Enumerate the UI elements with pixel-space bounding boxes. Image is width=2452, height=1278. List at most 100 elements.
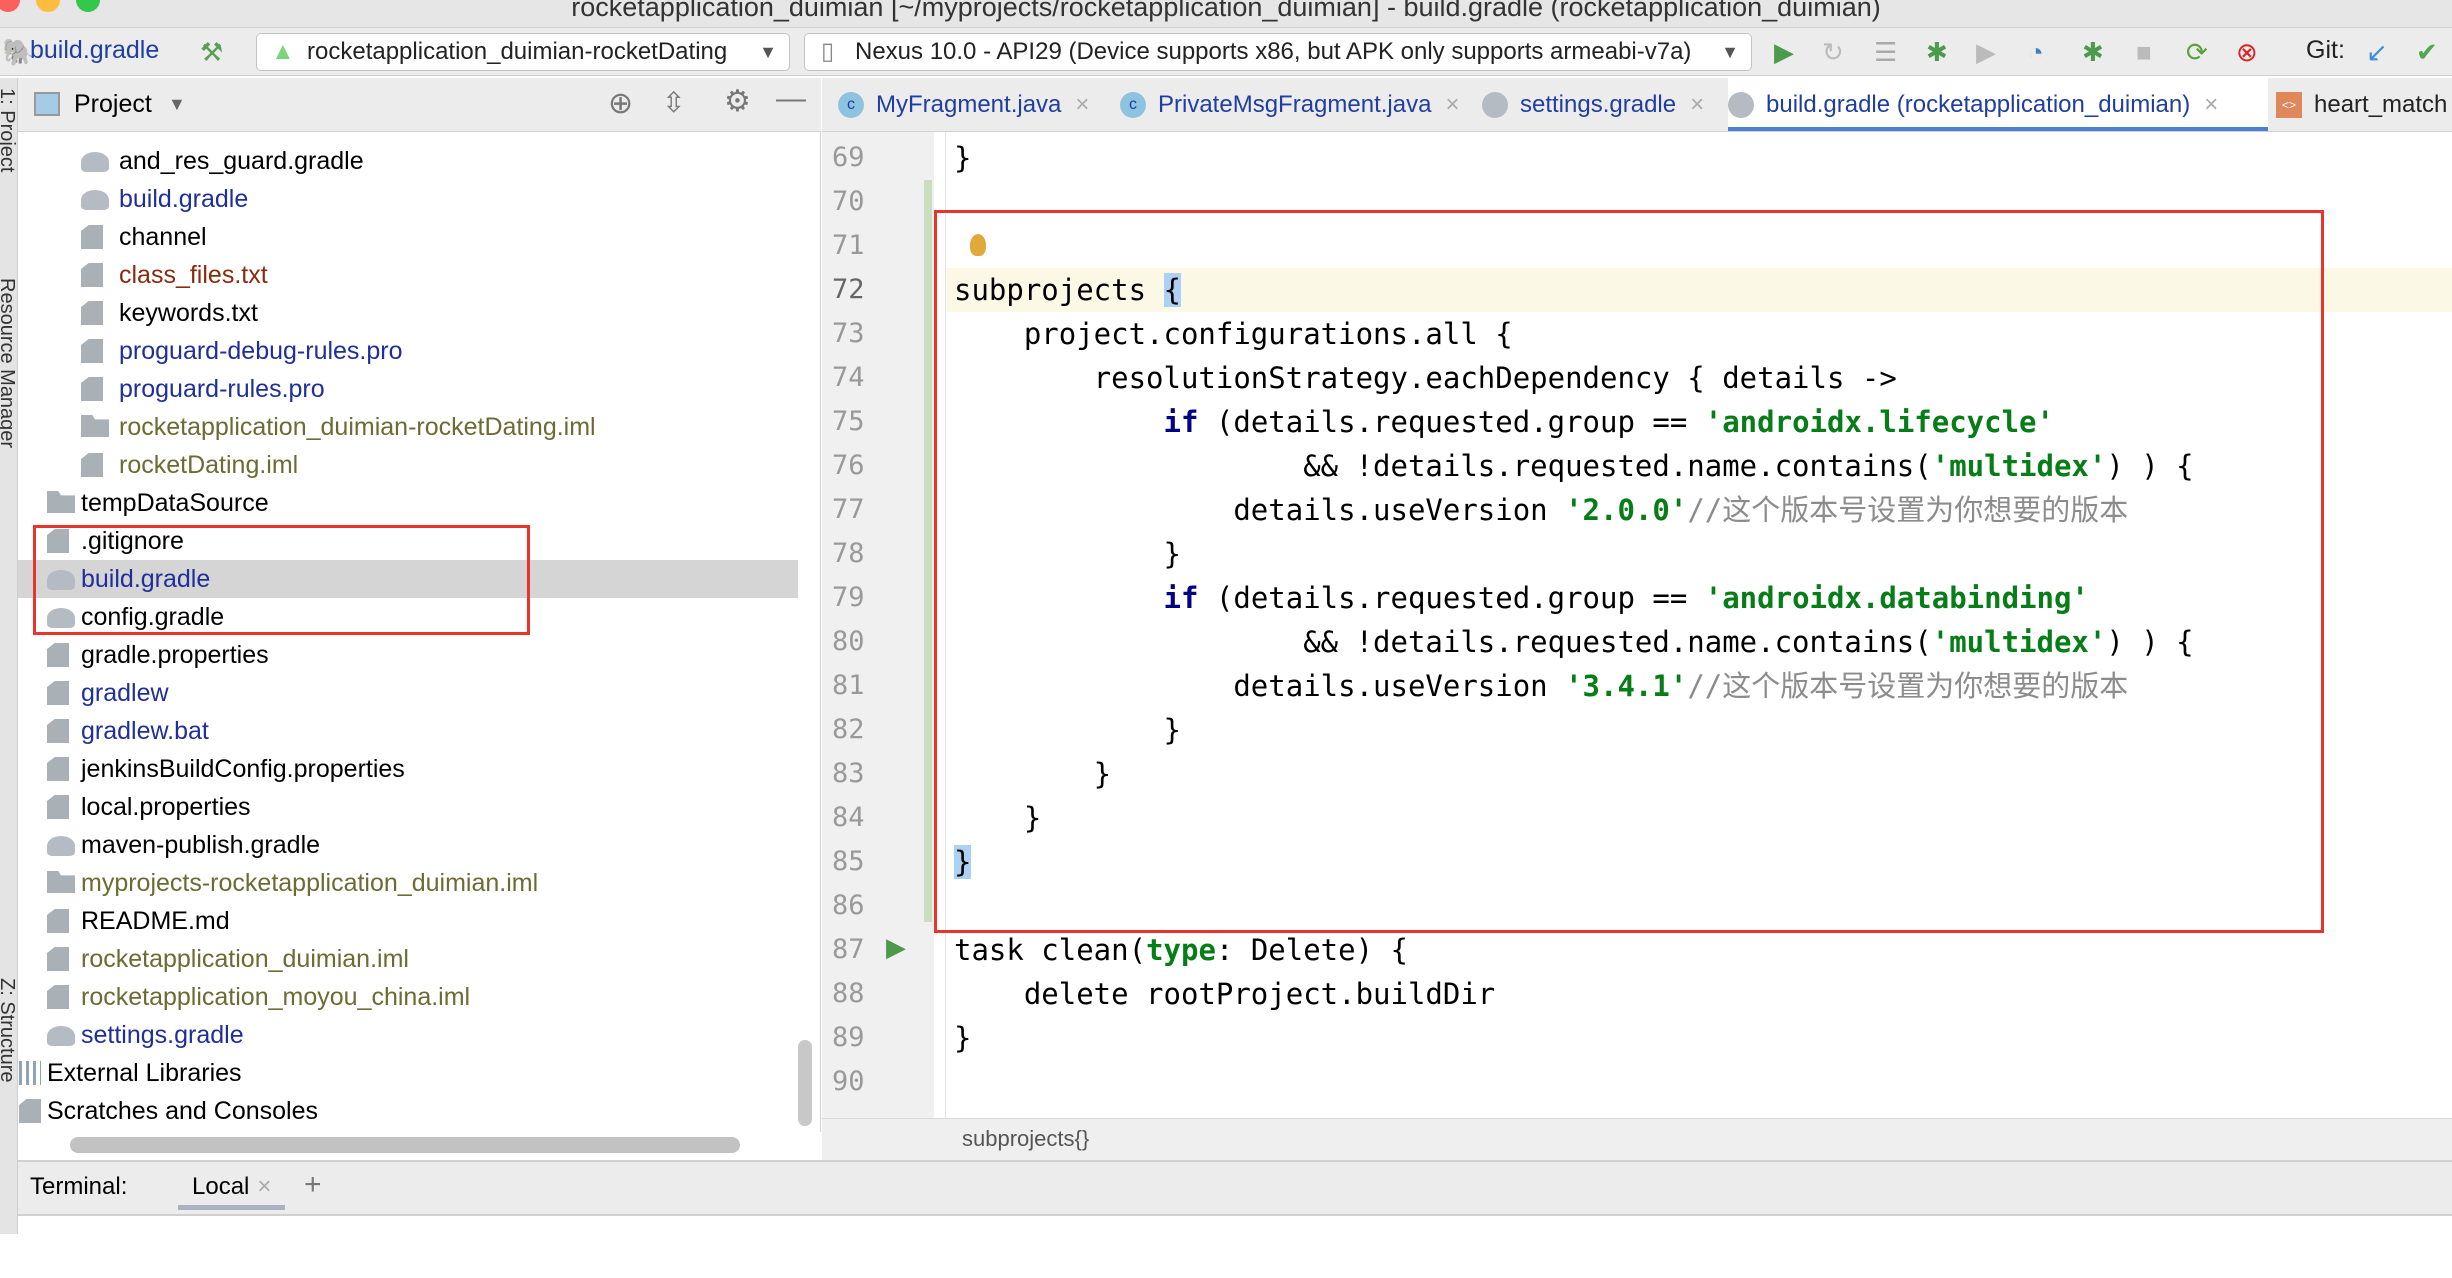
tool-window-structure[interactable]: Z: Structure (0, 978, 18, 1278)
line-number: 73 (832, 318, 865, 349)
attach-debugger-icon[interactable]: ✱ (2082, 38, 2104, 66)
gradle-icon (1728, 92, 1754, 118)
gradle-icon (81, 152, 109, 172)
terminal-tool-bar: Terminal: Local × + (18, 1160, 2452, 1214)
device-select[interactable]: ▯ Nexus 10.0 - API29 (Device supports x8… (804, 33, 1752, 71)
line-number: 88 (832, 978, 865, 1009)
file-icon (47, 947, 69, 971)
tree-item-label: jenkinsBuildConfig.properties (81, 755, 405, 783)
stop-icon[interactable]: ■ (2136, 38, 2152, 66)
code-line[interactable]: } (954, 1016, 971, 1060)
editor-tab[interactable]: c MyFragment.java × (838, 78, 1089, 131)
tool-window-resource-manager[interactable]: Resource Manager (0, 278, 18, 578)
editor-tab-label: heart_match (2314, 91, 2448, 118)
chevron-down-icon: ▼ (1721, 42, 1739, 62)
tree-item[interactable]: gradle.properties (18, 636, 798, 674)
file-icon (47, 681, 69, 705)
line-number: 76 (832, 450, 865, 481)
tree-horizontal-scrollbar[interactable] (70, 1137, 740, 1153)
terminal-output[interactable] (18, 1214, 2452, 1234)
tree-item[interactable]: local.properties (18, 788, 798, 826)
editor-tab-label: PrivateMsgFragment.java (1158, 91, 1432, 118)
tree-item[interactable]: and_res_guard.gradle (18, 142, 798, 180)
tree-item[interactable]: keywords.txt (18, 294, 798, 332)
hide-panel-icon[interactable]: — (776, 82, 806, 116)
code-line[interactable]: delete rootProject.buildDir (954, 972, 1495, 1016)
tree-item[interactable]: proguard-debug-rules.pro (18, 332, 798, 370)
code-line[interactable]: } (954, 136, 971, 180)
terminal-tab-local[interactable]: Local × (178, 1162, 286, 1210)
line-number: 82 (832, 714, 865, 745)
project-view-icon (34, 92, 60, 116)
tree-item[interactable]: maven-publish.gradle (18, 826, 798, 864)
tree-item[interactable]: channel (18, 218, 798, 256)
add-terminal-button[interactable]: + (304, 1160, 322, 1210)
tree-item-label: rocketDating.iml (119, 451, 299, 479)
editor-tab[interactable]: settings.gradle × (1482, 78, 1704, 131)
chevron-down-icon[interactable]: ▼ (168, 94, 186, 115)
tree-item[interactable]: tempDataSource (18, 484, 798, 522)
tree-item-label: External Libraries (47, 1059, 242, 1087)
tree-item[interactable]: settings.gradle (18, 1016, 798, 1054)
editor-breadcrumb[interactable]: subprojects{} (822, 1118, 2452, 1160)
tree-item[interactable]: rocketapplication_moyou_china.iml (18, 978, 798, 1016)
apply-code-changes-icon[interactable]: ☰ (1874, 38, 1897, 66)
git-commit-icon[interactable]: ✔ (2416, 38, 2438, 66)
apply-changes-icon[interactable]: ↻ (1822, 38, 1844, 66)
collapse-all-icon[interactable]: ⇳ (662, 86, 685, 119)
tree-item[interactable]: Scratches and Consoles (18, 1092, 798, 1130)
close-icon[interactable]: × (257, 1173, 271, 1200)
tree-vertical-scrollbar[interactable] (798, 1040, 812, 1126)
project-view-select[interactable]: Project (74, 90, 152, 119)
tree-item[interactable]: README.md (18, 902, 798, 940)
code-line[interactable]: task clean(type: Delete) { (954, 928, 1408, 972)
editor-tab[interactable]: build.gradle (rocketapplication_duimian)… (1728, 78, 2268, 131)
run-gutter-icon[interactable]: ▶ (886, 932, 906, 963)
editor-tab[interactable]: c PrivateMsgFragment.java × (1120, 78, 1459, 131)
tree-item[interactable]: rocketapplication_duimian-rocketDating.i… (18, 408, 798, 446)
editor-tab[interactable]: <> heart_match (2276, 78, 2448, 131)
tree-item[interactable]: External Libraries (18, 1054, 798, 1092)
sync-error-icon[interactable]: ⊗ (2236, 38, 2258, 66)
close-icon[interactable]: × (2204, 91, 2218, 118)
line-number: 71 (832, 230, 865, 261)
run-configuration-select[interactable]: ▲ rocketapplication_duimian-rocketDating… (256, 33, 790, 71)
file-icon (81, 377, 103, 401)
file-icon (47, 909, 69, 933)
line-number: 74 (832, 362, 865, 393)
sync-icon[interactable]: ⟳ (2186, 38, 2208, 66)
line-number: 77 (832, 494, 865, 525)
tree-item[interactable]: rocketapplication_duimian.iml (18, 940, 798, 978)
tree-item[interactable]: jenkinsBuildConfig.properties (18, 750, 798, 788)
tree-item[interactable]: myprojects-rocketapplication_duimian.iml (18, 864, 798, 902)
hammer-icon[interactable]: ⚒ (200, 38, 223, 66)
tree-item[interactable]: proguard-rules.pro (18, 370, 798, 408)
close-icon[interactable]: × (1075, 91, 1089, 118)
debug-icon[interactable]: ✱ (1926, 38, 1948, 66)
java-class-icon: c (1120, 92, 1146, 118)
file-icon (47, 719, 69, 743)
highlight-box-code (934, 210, 2324, 933)
terminal-tab-label: Local (192, 1173, 250, 1200)
run-icon[interactable]: ▶ (1774, 38, 1794, 66)
line-number: 85 (832, 846, 865, 877)
breadcrumb-file[interactable]: build.gradle (30, 36, 159, 65)
close-icon[interactable]: × (1690, 91, 1704, 118)
git-update-icon[interactable]: ↙ (2366, 38, 2388, 66)
locate-file-icon[interactable]: ⊕ (608, 86, 633, 121)
profiler-icon[interactable]: ◔ (2028, 38, 2044, 66)
tree-item[interactable]: class_files.txt (18, 256, 798, 294)
tree-item[interactable]: gradlew (18, 674, 798, 712)
scratch-icon (19, 1099, 41, 1123)
line-number: 84 (832, 802, 865, 833)
tree-item[interactable]: gradlew.bat (18, 712, 798, 750)
tree-item[interactable]: rocketDating.iml (18, 446, 798, 484)
tree-item[interactable]: build.gradle (18, 180, 798, 218)
code-token: task clean( (954, 933, 1147, 967)
tree-item-label: settings.gradle (81, 1021, 244, 1049)
tree-item-label: build.gradle (119, 185, 249, 213)
line-number: 69 (832, 142, 865, 173)
coverage-icon[interactable]: ▶ (1976, 38, 1996, 66)
gear-icon[interactable]: ⚙ (724, 84, 751, 119)
close-icon[interactable]: × (1445, 91, 1459, 118)
